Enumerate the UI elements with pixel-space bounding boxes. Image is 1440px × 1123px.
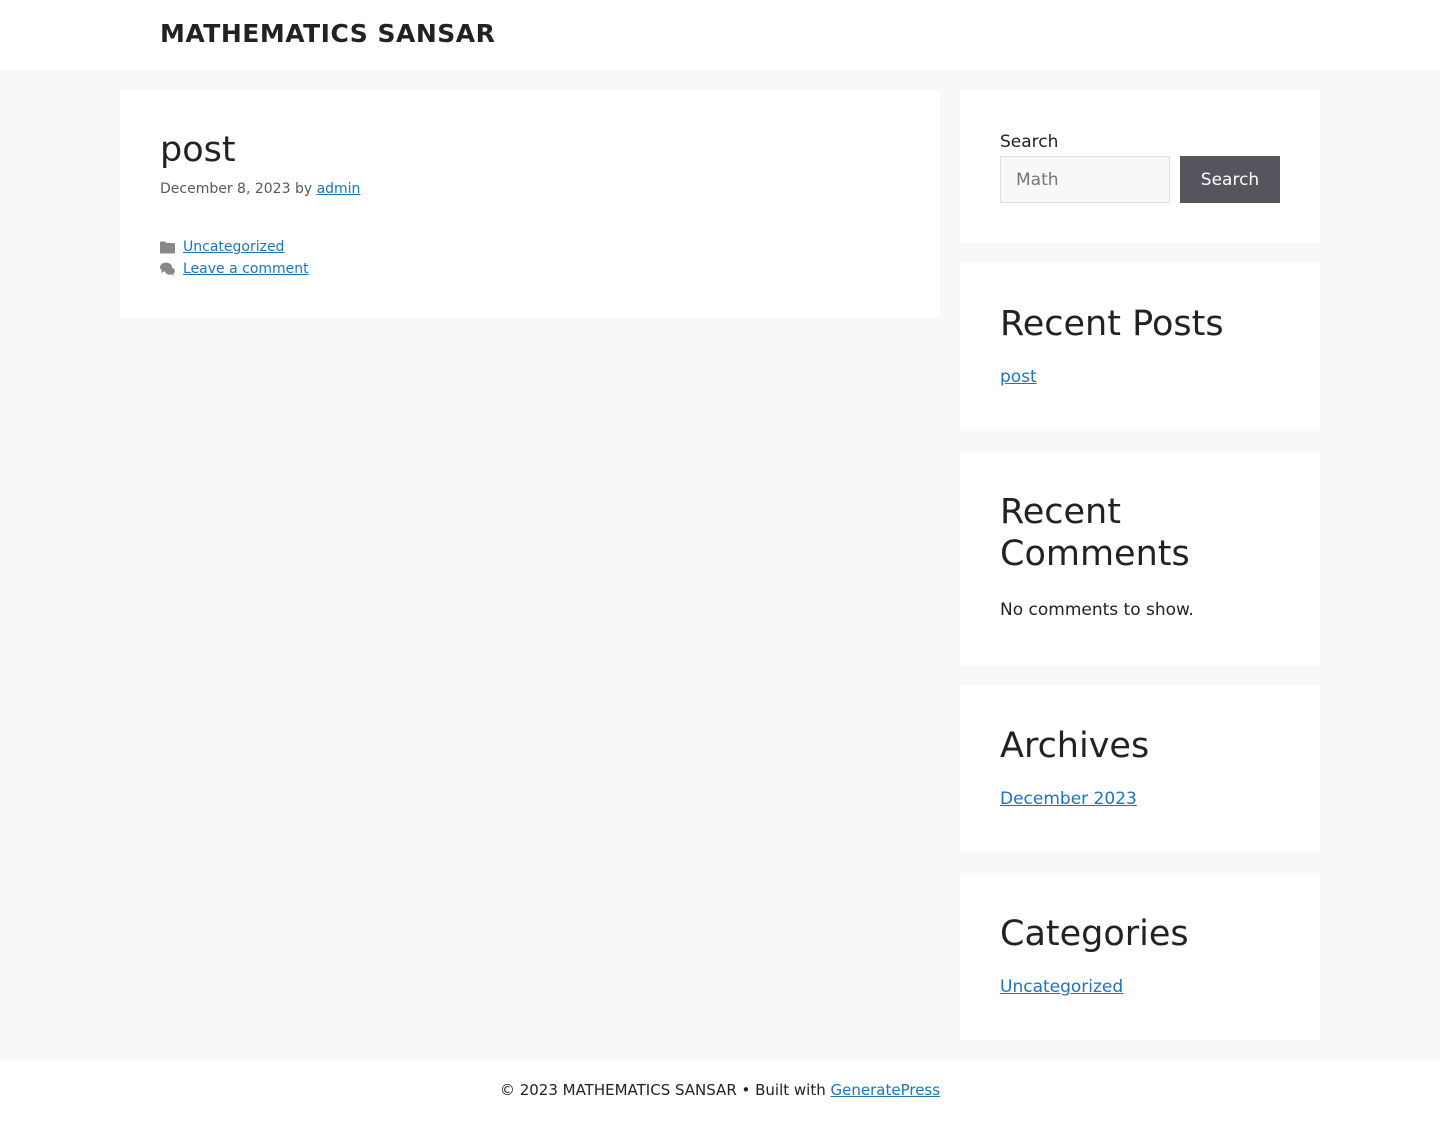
search-button[interactable]: Search <box>1180 156 1280 203</box>
recent-post-link[interactable]: post <box>1000 366 1037 388</box>
post-category-row: Uncategorized <box>160 236 309 258</box>
category-link[interactable]: Uncategorized <box>1000 976 1123 998</box>
post-date[interactable]: December 8, 2023 <box>160 181 290 197</box>
categories-widget: Categories Uncategorized <box>960 873 1320 1040</box>
folder-icon <box>160 240 175 255</box>
site-footer: © 2023 MATHEMATICS SANSAR • Built with G… <box>0 1060 1440 1123</box>
post-by-label: by <box>294 181 313 197</box>
search-input[interactable] <box>1000 156 1170 203</box>
post-article: post December 8, 2023 by admin Uncategor… <box>120 90 940 318</box>
categories-title: Categories <box>1000 914 1189 954</box>
recent-comments-title-line2: Comments <box>1000 534 1190 574</box>
post-meta: December 8, 2023 by admin <box>160 180 360 198</box>
site-header: MATHEMATICS SANSAR <box>0 0 1440 70</box>
recent-comments-widget: Recent Comments No comments to show. <box>960 451 1320 665</box>
search-widget: Search Search <box>960 90 1320 243</box>
generatepress-link[interactable]: GeneratePress <box>831 1081 941 1099</box>
archive-link[interactable]: December 2023 <box>1000 788 1137 810</box>
footer-copyright: © 2023 MATHEMATICS SANSAR • Built with <box>499 1080 831 1099</box>
recent-comments-title-line1: Recent <box>1000 492 1121 532</box>
post-comment-row: Leave a comment <box>160 258 309 280</box>
archives-title: Archives <box>1000 726 1150 766</box>
recent-posts-widget: Recent Posts post <box>960 263 1320 431</box>
post-category-link[interactable]: Uncategorized <box>183 236 284 258</box>
recent-comments-title: Recent Comments <box>1000 491 1190 575</box>
post-author-link[interactable]: admin <box>317 181 361 197</box>
comments-icon <box>160 262 175 277</box>
archives-widget: Archives December 2023 <box>960 685 1320 853</box>
leave-comment-link[interactable]: Leave a comment <box>183 258 309 280</box>
site-title-link[interactable]: MATHEMATICS SANSAR <box>160 18 495 50</box>
post-footer: Uncategorized Leave a comment <box>160 236 309 280</box>
search-label: Search <box>1000 132 1059 152</box>
recent-posts-title: Recent Posts <box>1000 304 1224 344</box>
post-title: post <box>160 130 236 170</box>
no-comments-text: No comments to show. <box>1000 600 1194 620</box>
